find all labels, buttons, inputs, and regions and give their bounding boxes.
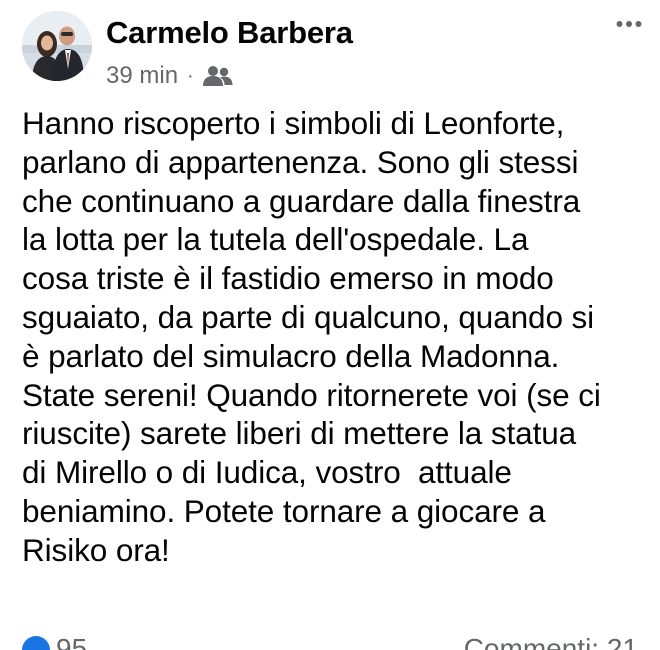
post-footer: 95 Commenti: 21 xyxy=(0,630,660,650)
post-header: Carmelo Barbera 39 min · xyxy=(0,0,660,96)
more-options-button[interactable] xyxy=(616,16,642,32)
avatar-photo xyxy=(22,11,92,81)
comments-count[interactable]: Commenti: 21 xyxy=(464,633,638,650)
more-options-icon xyxy=(616,21,642,27)
reaction-count[interactable]: 95 xyxy=(56,633,87,650)
author-avatar[interactable] xyxy=(22,11,92,81)
friends-icon xyxy=(202,65,233,87)
post-time[interactable]: 39 min xyxy=(106,62,178,90)
post-body-text: Hanno riscoperto i simboli di Leonforte,… xyxy=(22,105,601,568)
author-name[interactable]: Carmelo Barbera xyxy=(106,15,353,51)
meta-separator: · xyxy=(187,64,194,87)
like-reaction-icon[interactable] xyxy=(22,636,50,650)
post-meta: 39 min · xyxy=(106,62,233,90)
